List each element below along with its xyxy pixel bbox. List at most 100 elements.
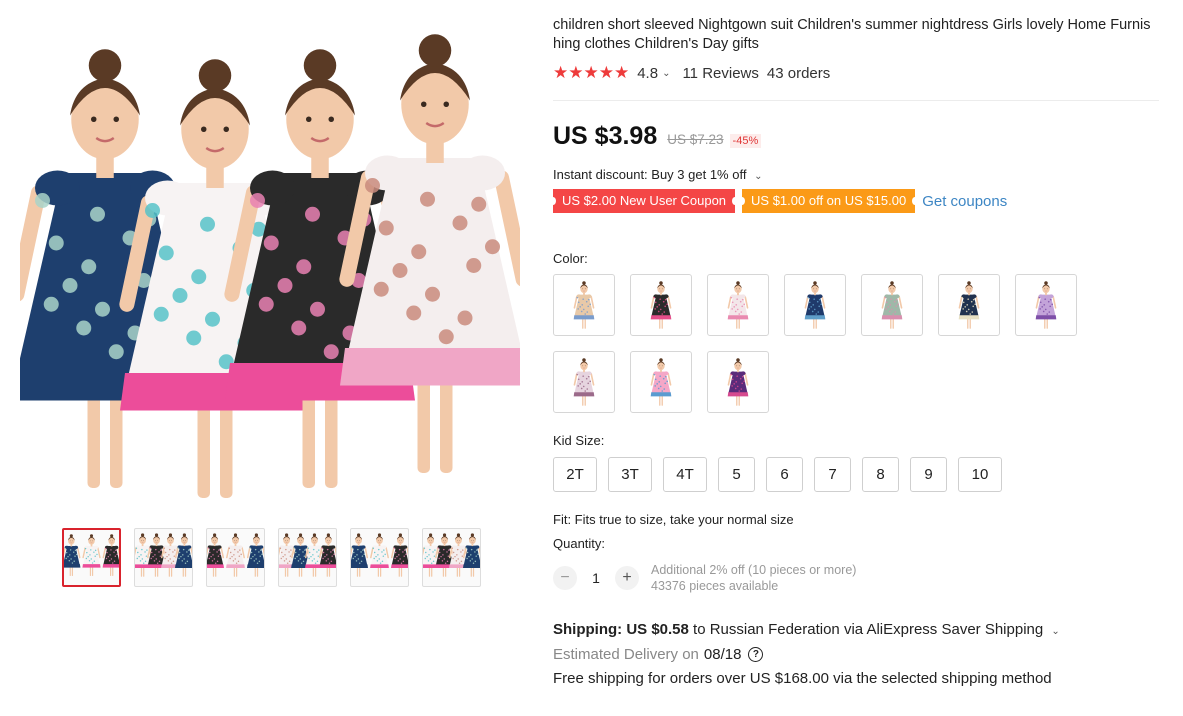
size-option-8[interactable]: 8 — [862, 457, 899, 492]
size-option-6[interactable]: 6 — [766, 457, 803, 492]
thumbnail-3[interactable] — [206, 528, 265, 587]
thumbnail-1[interactable] — [62, 528, 121, 587]
color-swatch-6[interactable] — [938, 274, 1000, 336]
girl-figure — [226, 533, 245, 577]
girl-figure — [291, 533, 310, 577]
color-swatch-5[interactable] — [861, 274, 923, 336]
thumbnail-image — [207, 533, 264, 577]
color-swatch-image — [958, 281, 980, 329]
color-swatch-image — [650, 281, 672, 329]
color-swatch-image — [573, 358, 595, 406]
color-swatch-9[interactable] — [630, 351, 692, 413]
rating-row: ★★★★★ 4.8 ⌄ 11 Reviews 43 orders — [553, 63, 1163, 83]
thumbnail-2[interactable] — [134, 528, 193, 587]
price-row: US $3.98 US $7.23 -45% — [553, 122, 1163, 151]
get-coupons-link[interactable]: Get coupons — [922, 193, 1007, 210]
size-option-4t[interactable]: 4T — [663, 457, 707, 492]
girl-figure — [390, 533, 408, 577]
color-swatch-image — [727, 281, 749, 329]
main-product-image[interactable] — [20, 8, 520, 513]
girl-figure — [64, 534, 81, 577]
color-swatch-image — [650, 358, 672, 406]
thumbnail-image — [423, 533, 480, 577]
size-option-5[interactable]: 5 — [718, 457, 755, 492]
thumbnail-image — [135, 533, 192, 577]
spend-coupon[interactable]: US $1.00 off on US $15.00 — [739, 189, 919, 213]
size-label: Kid Size: — [553, 433, 605, 448]
girl-figure — [462, 533, 480, 577]
girl-figure — [573, 358, 595, 406]
thumbnail-image — [279, 533, 336, 577]
product-title: children short sleeved Nightgown suit Ch… — [553, 17, 1151, 52]
color-swatch-1[interactable] — [553, 274, 615, 336]
discount-badge: -45% — [729, 134, 762, 148]
girl-figure — [174, 533, 192, 577]
color-swatch-10[interactable] — [707, 351, 769, 413]
quantity-label: Quantity: — [553, 536, 606, 551]
girl-figure — [881, 281, 903, 329]
fit-note: Fit: Fits true to size, take your normal… — [553, 512, 794, 527]
color-swatch-3[interactable] — [707, 274, 769, 336]
thumbnail-strip — [62, 528, 481, 587]
color-label: Color: — [553, 251, 588, 266]
girl-figure — [449, 533, 468, 577]
thumbnail-image — [64, 534, 119, 577]
quantity-increase-button[interactable]: + — [615, 566, 639, 590]
shipping-destination: to Russian Federation via AliExpress Sav… — [688, 621, 1044, 638]
estimated-delivery: Estimated Delivery on 08/18 ? — [553, 646, 1163, 663]
orders-count: 43 orders — [766, 64, 831, 82]
thumbnail-4[interactable] — [278, 528, 337, 587]
instant-discount-text: Instant discount: Buy 3 get 1% off — [553, 167, 747, 182]
color-swatch-image — [727, 358, 749, 406]
size-options: 2T 3T 4T 5 6 7 8 9 10 — [553, 457, 1163, 492]
quantity-input[interactable]: 1 — [577, 570, 615, 586]
shipping-row[interactable]: Shipping: US $0.58 to Russian Federation… — [553, 621, 1163, 638]
girl-figure — [82, 534, 101, 577]
girl-figure — [370, 533, 389, 577]
rating-value[interactable]: 4.8 — [637, 65, 658, 82]
girl-figure — [1035, 281, 1057, 329]
estimated-delivery-label: Estimated Delivery on — [553, 646, 699, 663]
product-photo-four-girls — [20, 34, 520, 498]
quantity-decrease-button[interactable]: − — [553, 566, 577, 590]
color-swatch-image — [1035, 281, 1057, 329]
size-option-9[interactable]: 9 — [910, 457, 947, 492]
girl-figure — [423, 533, 441, 577]
girl-figure — [435, 533, 454, 577]
size-option-3t[interactable]: 3T — [608, 457, 652, 492]
size-option-7[interactable]: 7 — [814, 457, 851, 492]
chevron-down-icon[interactable]: ⌄ — [1051, 626, 1059, 637]
thumbnail-5[interactable] — [350, 528, 409, 587]
rating-stars: ★★★★★ — [553, 63, 630, 82]
girl-figure — [727, 281, 749, 329]
girl-figure — [207, 533, 225, 577]
girl-figure — [650, 281, 672, 329]
girl-figure — [305, 533, 324, 577]
shipping-price: Shipping: US $0.58 — [553, 621, 689, 638]
color-swatch-2[interactable] — [630, 274, 692, 336]
estimated-delivery-date: 08/18 — [703, 646, 742, 663]
color-swatch-4[interactable] — [784, 274, 846, 336]
original-price: US $7.23 — [667, 132, 724, 147]
new-user-coupon[interactable]: US $2.00 New User Coupon — [549, 189, 739, 213]
girl-figure — [246, 533, 264, 577]
girl-figure — [650, 358, 672, 406]
color-swatch-8[interactable] — [553, 351, 615, 413]
reviews-link[interactable]: 11 Reviews — [682, 65, 758, 82]
free-shipping-note: Free shipping for orders over US $168.00… — [553, 670, 1052, 687]
product-info: children short sleeved Nightgown suit Ch… — [549, 16, 1163, 687]
girl-figure — [351, 533, 369, 577]
color-swatch-7[interactable] — [1015, 274, 1077, 336]
girl-figure — [318, 533, 336, 577]
chevron-down-icon[interactable]: ⌄ — [662, 68, 670, 79]
question-circle-icon[interactable]: ? — [748, 647, 764, 662]
color-swatches — [553, 274, 1093, 413]
instant-discount[interactable]: Instant discount: Buy 3 get 1% off ⌄ — [553, 167, 1163, 182]
girl-figure — [958, 281, 980, 329]
size-option-10[interactable]: 10 — [958, 457, 1002, 492]
girl-figure — [804, 281, 826, 329]
thumbnail-6[interactable] — [422, 528, 481, 587]
girl-figure — [147, 533, 166, 577]
chevron-down-icon[interactable]: ⌄ — [754, 171, 762, 182]
size-option-2t[interactable]: 2T — [553, 457, 597, 492]
